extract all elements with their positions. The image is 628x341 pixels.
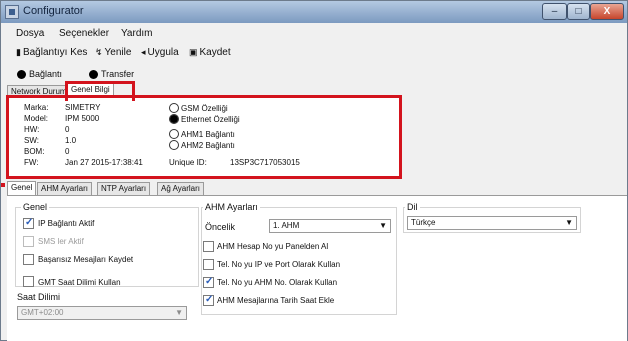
sw-label: SW: — [24, 136, 39, 145]
sw-value: 1.0 — [65, 136, 77, 145]
ahm2-connection-label: AHM2 Bağlantı — [181, 141, 235, 150]
unique-id-label: Unique ID: — [169, 158, 207, 167]
general-group-title: Genel — [21, 202, 50, 212]
ahm2-connection-radio — [169, 140, 179, 150]
connection-indicator-icon — [17, 70, 26, 79]
refresh-icon: ↯ — [95, 47, 103, 57]
menu-secenekler[interactable]: Seçenekler — [59, 28, 109, 39]
title-bar: Configurator – □ X — [1, 1, 627, 23]
ahm-group-title: AHM Ayarları — [203, 202, 260, 212]
phone-as-ip-port-checkbox[interactable] — [203, 259, 214, 270]
connection-label: Bağlantı — [29, 69, 63, 79]
ip-connection-checkbox[interactable] — [23, 217, 34, 229]
phone-as-ahm-no-label: Tel. No yu AHM No. Olarak Kullan — [217, 278, 338, 287]
ahm-account-from-panel-label: AHM Hesap No yu Panelden Al — [217, 242, 329, 251]
unique-id-value: 13SP3C717053015 — [230, 158, 300, 167]
failed-messages-checkbox[interactable] — [23, 254, 34, 265]
bom-label: BOM: — [24, 147, 45, 156]
chevron-down-icon: ▼ — [565, 218, 573, 227]
menu-dosya[interactable]: Dosya — [16, 28, 44, 39]
general-info-panel: Marka: SIMETRY Model: IPM 5000 HW: 0 SW:… — [6, 95, 402, 179]
phone-as-ip-port-label: Tel. No yu IP ve Port Olarak Kullan — [217, 260, 341, 269]
fw-value: Jan 27 2015-17:38:41 — [65, 158, 143, 167]
save-button[interactable]: ▣ Kaydet — [189, 47, 231, 58]
tab-ahm-ayarlari[interactable]: AHM Ayarları — [37, 182, 92, 195]
apply-button[interactable]: ◂ Uygula — [141, 47, 179, 58]
transfer-indicator-icon — [89, 70, 98, 79]
gsm-feature-label: GSM Özelliği — [181, 104, 228, 113]
plug-icon: ▮ — [16, 47, 21, 57]
ethernet-feature-radio — [169, 114, 179, 124]
menu-yardim[interactable]: Yardım — [121, 28, 153, 39]
maximize-button[interactable]: □ — [567, 3, 590, 20]
priority-label: Öncelik — [205, 222, 236, 232]
chevron-down-icon: ▼ — [379, 221, 387, 230]
minimize-button[interactable]: – — [542, 3, 567, 20]
app-icon — [5, 5, 19, 19]
timezone-label: Saat Dilimi — [17, 292, 61, 302]
bom-value: 0 — [65, 147, 70, 156]
gmt-timezone-label: GMT Saat Dilimi Kullan — [38, 278, 121, 287]
tab-genel[interactable]: Genel — [7, 181, 37, 196]
priority-select[interactable]: 1. AHM ▼ — [269, 219, 391, 233]
ahm1-connection-radio — [169, 129, 179, 139]
sms-active-checkbox[interactable] — [23, 236, 34, 247]
save-icon: ▣ — [189, 47, 198, 57]
settings-content: Genel IP Bağlantı Aktif SMS ler Aktif Ba… — [7, 195, 627, 341]
ip-connection-label: IP Bağlantı Aktif — [38, 219, 95, 228]
phone-as-ahm-no-checkbox[interactable] — [203, 276, 214, 288]
highlight-tab-outline — [65, 81, 135, 101]
window-title: Configurator — [23, 5, 84, 17]
timezone-select[interactable]: GMT+02:00 ▼ — [17, 306, 187, 320]
brand-value: SIMETRY — [65, 103, 101, 112]
chevron-down-icon: ▼ — [175, 308, 183, 317]
model-label: Model: — [24, 114, 49, 123]
refresh-button[interactable]: ↯ Yenile — [95, 47, 131, 58]
configurator-window: Configurator – □ X Dosya Seçenekler Yard… — [0, 0, 628, 341]
sms-active-label: SMS ler Aktif — [38, 237, 84, 246]
add-datetime-label: AHM Mesajlarına Tarih Saat Ekle — [217, 296, 335, 305]
language-select[interactable]: Türkçe ▼ — [407, 216, 577, 230]
add-datetime-checkbox[interactable] — [203, 294, 214, 306]
hw-value: 0 — [65, 125, 70, 134]
language-label: Dil — [405, 202, 420, 212]
failed-messages-label: Başarısız Mesajları Kaydet — [38, 255, 134, 264]
brand-label: Marka: — [24, 103, 49, 112]
fw-label: FW: — [24, 158, 39, 167]
tab-ag-ayarlari[interactable]: Ağ Ayarları — [157, 182, 204, 195]
close-button[interactable]: X — [590, 3, 624, 20]
hw-label: HW: — [24, 125, 40, 134]
ethernet-feature-label: Ethernet Özelliği — [181, 115, 240, 124]
model-value: IPM 5000 — [65, 114, 100, 123]
arrow-left-icon: ◂ — [141, 47, 146, 57]
ahm1-connection-label: AHM1 Bağlantı — [181, 130, 235, 139]
tab-ntp-ayarlari[interactable]: NTP Ayarları — [97, 182, 151, 195]
highlight-marker — [1, 183, 5, 187]
transfer-label: Transfer — [101, 69, 135, 79]
gmt-timezone-checkbox[interactable] — [23, 276, 34, 287]
gsm-feature-radio — [169, 103, 179, 113]
disconnect-button[interactable]: ▮ Bağlantıyı Kes — [16, 47, 87, 58]
ahm-account-from-panel-checkbox[interactable] — [203, 241, 214, 252]
